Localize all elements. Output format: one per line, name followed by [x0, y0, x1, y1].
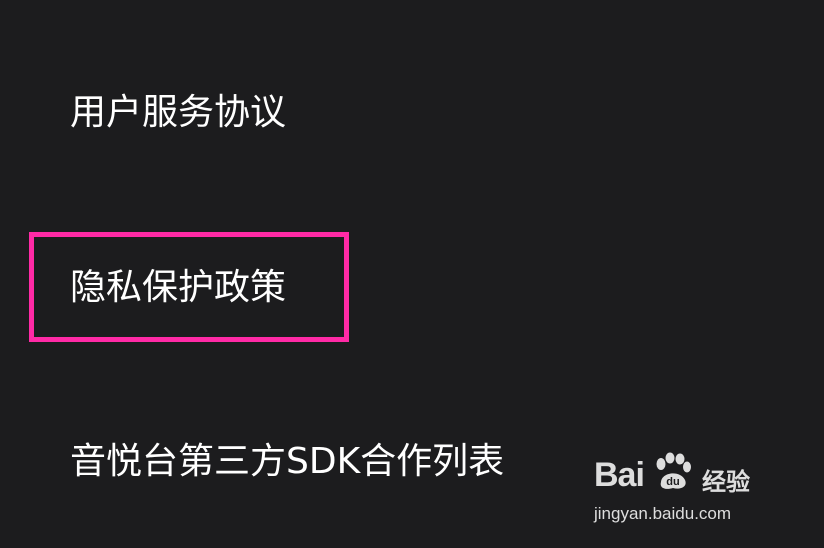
watermark-label: 经验 — [702, 468, 750, 496]
menu-item-user-service-agreement[interactable]: 用户服务协议 — [70, 91, 286, 135]
baidu-paw-icon: du — [656, 452, 691, 489]
menu-item-label: 隐私保护政策 — [70, 267, 287, 308]
svg-text:du: du — [666, 476, 679, 488]
watermark-logo: Bai du 经验 — [594, 452, 784, 502]
menu-item-privacy-policy[interactable]: 隐私保护政策 — [70, 266, 286, 310]
menu-item-label: 音悦台第三方SDK合作列表 — [70, 441, 505, 482]
menu-item-third-party-sdk-list[interactable]: 音悦台第三方SDK合作列表 — [70, 440, 504, 484]
baidu-jingyan-watermark: Bai du 经验 jingyan.baidu.com — [594, 452, 784, 532]
menu-item-label: 用户服务协议 — [70, 92, 287, 133]
watermark-url: jingyan.baidu.com — [594, 504, 732, 523]
